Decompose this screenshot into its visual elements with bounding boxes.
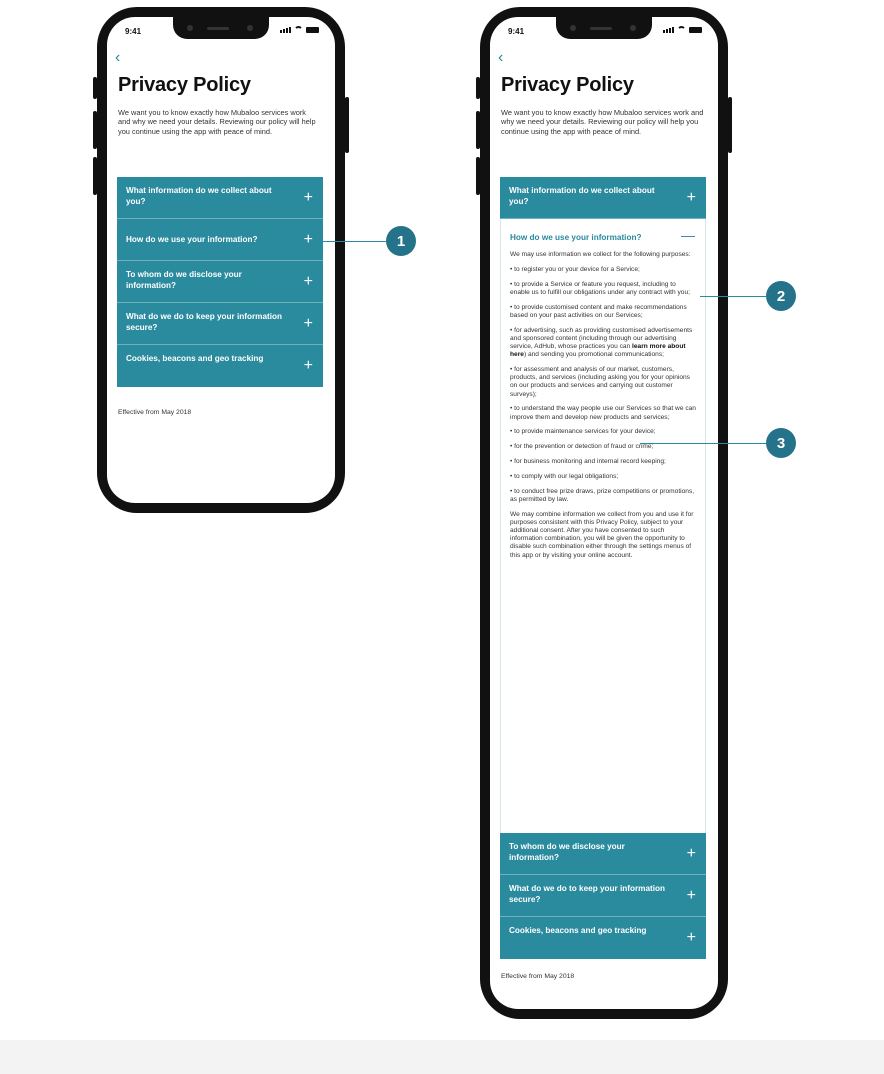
- phone-side-button: [93, 157, 97, 195]
- body-paragraph: We may combine information we collect fr…: [510, 510, 694, 559]
- accordion-item-label: Cookies, beacons and geo tracking: [126, 354, 264, 363]
- accordion-item-expanded: How do we use your information? — We may…: [500, 219, 706, 833]
- signal-icon: [663, 27, 674, 33]
- accordion-item[interactable]: What information do we collect about you…: [500, 177, 706, 219]
- phone-side-button: [476, 157, 480, 195]
- plus-icon: +: [686, 844, 696, 862]
- status-time: 9:41: [125, 27, 142, 36]
- accordion-item[interactable]: Cookies, beacons and geo tracking +: [500, 917, 706, 959]
- intro-text: We want you to know exactly how Mubaloo …: [118, 108, 316, 136]
- plus-icon: +: [686, 886, 696, 904]
- accordion-item-header[interactable]: How do we use your information? —: [501, 219, 705, 251]
- intro-text: We want you to know exactly how Mubaloo …: [501, 108, 704, 136]
- notch: [556, 17, 652, 39]
- wifi-icon: [294, 26, 303, 33]
- body-paragraph: • to register you or your device for a S…: [510, 265, 640, 273]
- page-title: Privacy Policy: [501, 74, 634, 96]
- body-text: ) and sending you promotional communicat…: [523, 351, 664, 359]
- accordion-item-label: To whom do we disclose your information?: [509, 842, 625, 862]
- plus-icon: +: [303, 357, 313, 374]
- plus-icon: +: [303, 230, 313, 248]
- body-paragraph: • to provide customised content and make…: [510, 303, 687, 319]
- accordion-item[interactable]: How do we use your information? +: [117, 219, 323, 261]
- accordion-body: We may use information we collect for th…: [501, 251, 705, 578]
- callout-line: [700, 296, 766, 297]
- back-icon[interactable]: ‹: [498, 50, 503, 66]
- accordion: What information do we collect about you…: [117, 177, 323, 387]
- accordion-item-label: To whom do we disclose your information?: [126, 270, 242, 290]
- wifi-icon: [677, 26, 686, 33]
- footer-band: [0, 1040, 884, 1074]
- body-paragraph: • to conduct free prize draws, prize com…: [510, 487, 695, 503]
- body-paragraph: • to provide maintenance services for yo…: [510, 428, 656, 436]
- callout-badge-3: 3: [766, 428, 796, 458]
- effective-date: Effective from May 2018: [501, 973, 575, 980]
- accordion-item[interactable]: What do we do to keep your information s…: [117, 303, 323, 345]
- body-paragraph: • to understand the way people use our S…: [510, 405, 696, 421]
- effective-date: Effective from May 2018: [118, 409, 192, 416]
- phone-side-button: [476, 77, 480, 99]
- body-paragraph: We may use information we collect for th…: [510, 251, 691, 258]
- accordion-item-label: Cookies, beacons and geo tracking: [509, 926, 647, 935]
- accordion-item[interactable]: To whom do we disclose your information?…: [500, 833, 706, 875]
- plus-icon: +: [303, 188, 313, 206]
- battery-icon: [689, 27, 702, 33]
- body-paragraph: • to comply with our legal obligations;: [510, 472, 619, 480]
- accordion-item-label: How do we use your information?: [510, 233, 642, 242]
- page-title: Privacy Policy: [118, 74, 251, 96]
- accordion-item-label: How do we use your information?: [126, 235, 258, 244]
- notch: [173, 17, 269, 39]
- plus-icon: +: [686, 929, 696, 946]
- phone-collapsed: 9:41 ‹ Privacy Policy We want you to kno…: [93, 7, 349, 513]
- status-time: 9:41: [508, 27, 525, 36]
- body-paragraph: • to provide a Service or feature you re…: [510, 280, 690, 296]
- phone-side-button: [93, 77, 97, 99]
- accordion-item-label: What information do we collect about you…: [509, 186, 655, 206]
- plus-icon: +: [686, 188, 696, 206]
- accordion-item-label: What do we do to keep your information s…: [126, 312, 283, 332]
- phone-screen: 9:41 ‹ Privacy Policy We want you to kno…: [490, 17, 718, 1009]
- accordion-item-label: What do we do to keep your information s…: [509, 884, 666, 904]
- accordion-item-label: What information do we collect about you…: [126, 186, 272, 206]
- callout-line: [318, 241, 386, 242]
- status-icons: [663, 26, 702, 33]
- plus-icon: +: [303, 272, 313, 290]
- status-icons: [280, 26, 319, 33]
- accordion-item[interactable]: What do we do to keep your information s…: [500, 875, 706, 917]
- body-paragraph: • for business monitoring and internal r…: [510, 458, 666, 465]
- phone-expanded: 9:41 ‹ Privacy Policy We want you to kno…: [476, 7, 732, 1019]
- body-paragraph: • for assessment and analysis of our mar…: [510, 366, 690, 398]
- plus-icon: +: [303, 314, 313, 332]
- back-icon[interactable]: ‹: [115, 50, 120, 66]
- phone-power-button: [728, 97, 732, 153]
- callout-line: [640, 443, 766, 444]
- phone-screen: 9:41 ‹ Privacy Policy We want you to kno…: [107, 17, 335, 503]
- phone-side-button: [93, 111, 97, 149]
- body-paragraph: • for advertising, such as providing cus…: [510, 327, 696, 360]
- callout-badge-1: 1: [386, 226, 416, 256]
- body-paragraph: • for the prevention or detection of fra…: [510, 443, 654, 451]
- accordion: What information do we collect about you…: [500, 177, 706, 959]
- phone-side-button: [476, 111, 480, 149]
- battery-icon: [306, 27, 319, 33]
- callout-badge-2: 2: [766, 281, 796, 311]
- minus-icon: —: [681, 227, 695, 243]
- accordion-item[interactable]: To whom do we disclose your information?…: [117, 261, 323, 303]
- phone-power-button: [345, 97, 349, 153]
- accordion-item[interactable]: Cookies, beacons and geo tracking +: [117, 345, 323, 387]
- accordion-item[interactable]: What information do we collect about you…: [117, 177, 323, 219]
- signal-icon: [280, 27, 291, 33]
